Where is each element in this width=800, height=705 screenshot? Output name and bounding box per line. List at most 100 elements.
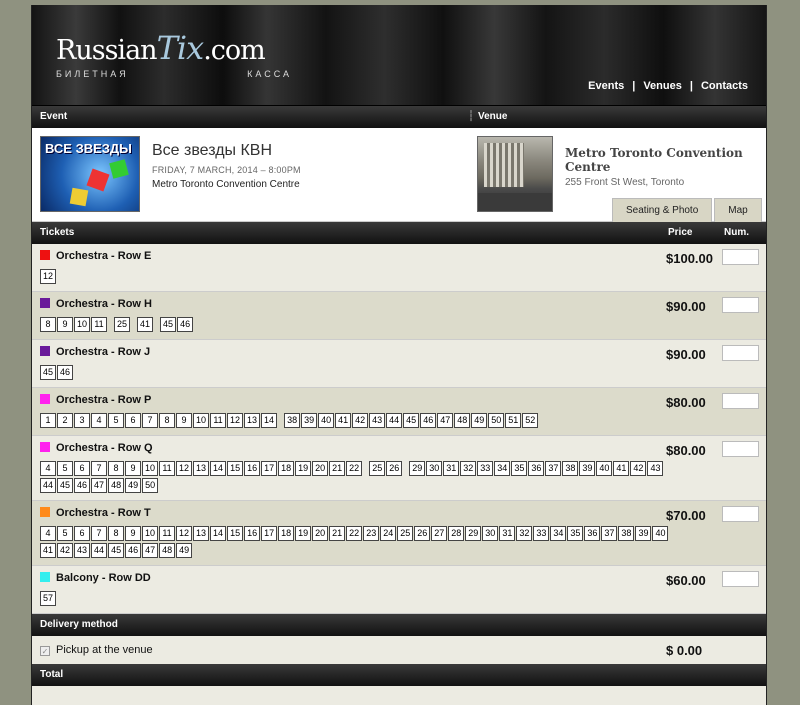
pickup-checkbox[interactable]: ✓ — [40, 646, 50, 656]
seat-button[interactable]: 48 — [454, 413, 471, 428]
nav-contacts[interactable]: Contacts — [701, 80, 748, 92]
seat-button[interactable]: 33 — [477, 461, 494, 476]
seat-button[interactable]: 37 — [545, 461, 562, 476]
ticket-quantity-input[interactable] — [722, 441, 759, 457]
seat-button[interactable]: 46 — [57, 365, 74, 380]
seat-button[interactable]: 4 — [40, 526, 56, 541]
seat-button[interactable]: 25 — [114, 317, 131, 332]
seat-button[interactable]: 11 — [210, 413, 227, 428]
seat-button[interactable]: 17 — [261, 461, 278, 476]
seat-button[interactable]: 57 — [40, 591, 57, 606]
seat-button[interactable]: 38 — [562, 461, 579, 476]
seat-button[interactable]: 18 — [278, 526, 295, 541]
seat-button[interactable]: 34 — [550, 526, 567, 541]
seat-button[interactable]: 35 — [511, 461, 528, 476]
venue-photo[interactable] — [477, 136, 553, 212]
seat-button[interactable]: 7 — [142, 413, 158, 428]
seat-button[interactable]: 46 — [420, 413, 437, 428]
seat-button[interactable]: 39 — [579, 461, 596, 476]
seat-button[interactable]: 7 — [91, 526, 107, 541]
venue-name[interactable]: Metro Toronto Convention Centre — [565, 146, 755, 174]
seat-button[interactable]: 47 — [91, 478, 108, 493]
ticket-quantity-input[interactable] — [722, 571, 759, 587]
seat-button[interactable]: 26 — [414, 526, 431, 541]
seat-button[interactable]: 8 — [108, 526, 124, 541]
seat-button[interactable]: 27 — [431, 526, 448, 541]
seat-button[interactable]: 41 — [40, 543, 57, 558]
seat-button[interactable]: 44 — [386, 413, 403, 428]
seat-button[interactable]: 29 — [465, 526, 482, 541]
seat-button[interactable]: 25 — [369, 461, 386, 476]
ticket-quantity-input[interactable] — [722, 249, 759, 265]
seat-button[interactable]: 3 — [74, 413, 90, 428]
ticket-quantity-input[interactable] — [722, 393, 759, 409]
seat-button[interactable]: 49 — [176, 543, 193, 558]
nav-venues[interactable]: Venues — [643, 80, 682, 92]
ticket-quantity-input[interactable] — [722, 297, 759, 313]
seat-button[interactable]: 7 — [91, 461, 107, 476]
seat-button[interactable]: 10 — [142, 461, 159, 476]
seat-button[interactable]: 26 — [386, 461, 403, 476]
seat-button[interactable]: 9 — [57, 317, 73, 332]
seat-button[interactable]: 5 — [57, 526, 73, 541]
seat-button[interactable]: 30 — [482, 526, 499, 541]
seat-button[interactable]: 22 — [346, 526, 363, 541]
seat-button[interactable]: 16 — [244, 461, 261, 476]
seat-button[interactable]: 10 — [142, 526, 159, 541]
seat-button[interactable]: 36 — [584, 526, 601, 541]
seat-button[interactable]: 38 — [284, 413, 301, 428]
seat-button[interactable]: 18 — [278, 461, 295, 476]
seat-button[interactable]: 33 — [533, 526, 550, 541]
seat-button[interactable]: 10 — [74, 317, 91, 332]
seat-button[interactable]: 50 — [488, 413, 505, 428]
seat-button[interactable]: 43 — [647, 461, 664, 476]
event-image[interactable]: ВСЕ ЗВЕЗДЫ — [40, 136, 140, 212]
seat-button[interactable]: 49 — [471, 413, 488, 428]
seat-button[interactable]: 24 — [380, 526, 397, 541]
seat-button[interactable]: 5 — [108, 413, 124, 428]
seat-button[interactable]: 30 — [426, 461, 443, 476]
seat-button[interactable]: 42 — [352, 413, 369, 428]
seat-button[interactable]: 12 — [176, 526, 193, 541]
seat-button[interactable]: 1 — [40, 413, 56, 428]
seat-button[interactable]: 23 — [363, 526, 380, 541]
seat-button[interactable]: 32 — [460, 461, 477, 476]
seat-button[interactable]: 45 — [57, 478, 74, 493]
seat-button[interactable]: 44 — [40, 478, 57, 493]
seat-button[interactable]: 46 — [125, 543, 142, 558]
seat-button[interactable]: 32 — [516, 526, 533, 541]
seat-button[interactable]: 12 — [176, 461, 193, 476]
seat-button[interactable]: 46 — [177, 317, 194, 332]
seat-button[interactable]: 6 — [74, 526, 90, 541]
seat-button[interactable]: 10 — [193, 413, 210, 428]
ticket-quantity-input[interactable] — [722, 506, 759, 522]
seat-button[interactable]: 52 — [522, 413, 539, 428]
seat-button[interactable]: 41 — [335, 413, 352, 428]
seat-button[interactable]: 4 — [40, 461, 56, 476]
seat-button[interactable]: 22 — [346, 461, 363, 476]
seat-button[interactable]: 46 — [74, 478, 91, 493]
seat-button[interactable]: 38 — [618, 526, 635, 541]
seat-button[interactable]: 20 — [312, 461, 329, 476]
seat-button[interactable]: 47 — [142, 543, 159, 558]
seat-button[interactable]: 43 — [74, 543, 91, 558]
seat-button[interactable]: 41 — [137, 317, 154, 332]
seat-button[interactable]: 31 — [499, 526, 516, 541]
seat-button[interactable]: 35 — [567, 526, 584, 541]
seat-button[interactable]: 48 — [108, 478, 125, 493]
seat-button[interactable]: 4 — [91, 413, 107, 428]
seat-button[interactable]: 8 — [108, 461, 124, 476]
seat-button[interactable]: 11 — [159, 526, 176, 541]
seat-button[interactable]: 40 — [318, 413, 335, 428]
seat-button[interactable]: 36 — [528, 461, 545, 476]
seat-button[interactable]: 14 — [261, 413, 278, 428]
seat-button[interactable]: 49 — [125, 478, 142, 493]
seat-button[interactable]: 12 — [227, 413, 244, 428]
seat-button[interactable]: 44 — [91, 543, 108, 558]
seat-button[interactable]: 13 — [193, 526, 210, 541]
seat-button[interactable]: 21 — [329, 526, 346, 541]
tab-seating-photo[interactable]: Seating & Photo — [612, 198, 713, 222]
seat-button[interactable]: 19 — [295, 461, 312, 476]
seat-button[interactable]: 42 — [57, 543, 74, 558]
seat-button[interactable]: 16 — [244, 526, 261, 541]
